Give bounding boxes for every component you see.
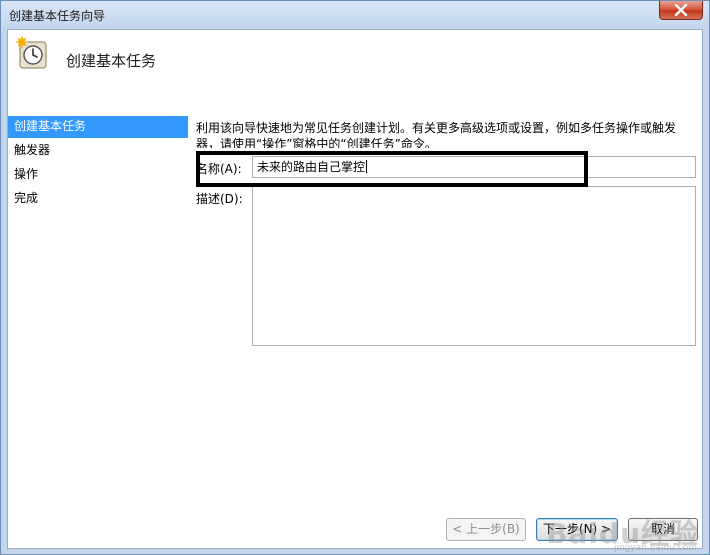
name-label: 名称(A): [196,162,242,176]
back-button[interactable]: < 上一步(B) [446,518,526,541]
wizard-header: 创建基本任务 [8,30,702,108]
clock-task-icon [16,36,47,69]
close-button[interactable] [659,1,703,20]
step-action[interactable]: 操作 [8,164,188,188]
close-x-icon [674,4,688,16]
wizard-client-area: 创建基本任务 创建基本任务 触发器 操作 完成 利用该向导快速地为常见任务创建计… [7,29,703,549]
watermark-url: jingyan.baidu.com [613,543,697,553]
title-bar[interactable]: 创建基本任务向导 [1,1,709,29]
name-input[interactable]: 未来的路由自己掌控 [252,156,696,178]
step-create-basic-task[interactable]: 创建基本任务 [8,116,188,138]
window-title: 创建基本任务向导 [9,9,106,23]
wizard-steps-list: 创建基本任务 触发器 操作 完成 [8,116,188,212]
wizard-window: 创建基本任务向导 创建基本任务 创建基本任务 触发器 操作 完成 利用该向导快速… [0,0,710,555]
wizard-content: 利用该向导快速地为常见任务创建计划。有关更多高级选项或设置，例如多任务操作或触发… [196,120,698,346]
step-trigger[interactable]: 触发器 [8,140,188,164]
description-input[interactable] [252,186,696,346]
header-title: 创建基本任务 [66,52,157,70]
wizard-description: 利用该向导快速地为常见任务创建计划。有关更多高级选项或设置，例如多任务操作或触发… [196,121,677,148]
text-caret [366,160,368,173]
description-label: 描述(D): [196,192,243,206]
step-finish[interactable]: 完成 [8,188,188,212]
name-input-value: 未来的路由自己掌控 [257,160,366,174]
